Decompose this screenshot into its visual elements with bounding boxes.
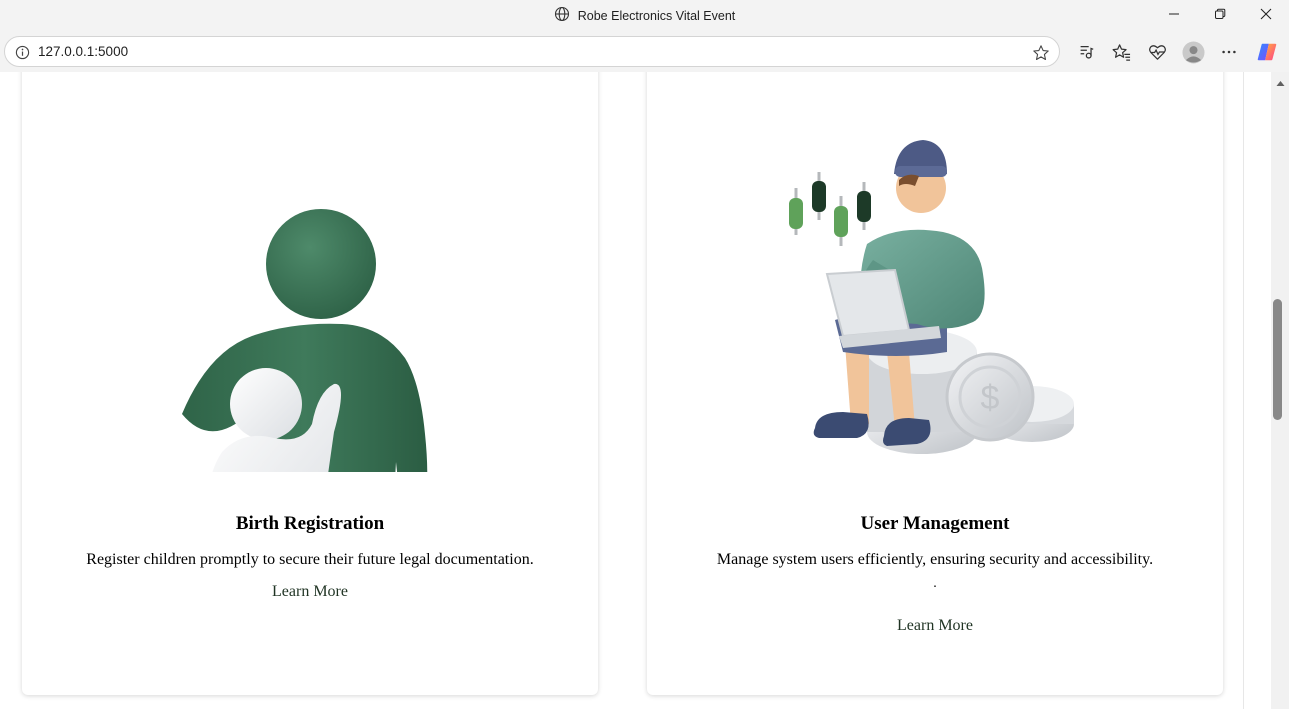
minimize-button[interactable] (1151, 0, 1197, 32)
restore-button[interactable] (1197, 0, 1243, 32)
scroll-up-arrow-icon[interactable] (1275, 78, 1285, 88)
candlestick-decoration (789, 172, 871, 246)
restore-icon (1214, 7, 1226, 25)
minimize-icon (1168, 7, 1180, 25)
more-menu-icon[interactable] (1218, 41, 1240, 63)
close-icon (1260, 7, 1272, 25)
card-title: User Management (860, 513, 1010, 534)
parent-child-illustration (182, 209, 428, 472)
card-description: Register children promptly to secure the… (86, 551, 534, 568)
copilot-icon[interactable] (1255, 40, 1279, 64)
svg-text:$: $ (981, 379, 1000, 417)
favorite-star-icon[interactable] (1031, 43, 1051, 63)
browser-toolbar: 127.0.0.1:5000 (0, 32, 1289, 72)
media-control-icon[interactable] (1075, 41, 1097, 63)
url-text[interactable]: 127.0.0.1:5000 (38, 44, 128, 59)
close-button[interactable] (1243, 0, 1289, 32)
person-laptop-coins-illustration: $ (789, 140, 1074, 454)
card-description: Manage system users efficiently, ensurin… (716, 551, 1154, 568)
profile-avatar-icon[interactable] (1181, 40, 1205, 64)
browser-essentials-icon[interactable] (1146, 41, 1168, 63)
scrollbar-thumb[interactable] (1273, 299, 1282, 420)
site-info-icon[interactable] (14, 44, 30, 60)
page-right-divider (1243, 72, 1244, 709)
learn-more-link[interactable]: Learn More (647, 617, 1223, 635)
birth-registration-card: Birth Registration Register children pro… (22, 72, 598, 695)
window-title-bar: Robe Electronics Vital Event (0, 0, 1289, 32)
page-viewport: Birth Registration Register children pro… (0, 72, 1271, 709)
window-title: Robe Electronics Vital Event (577, 9, 736, 23)
learn-more-link[interactable]: Learn More (22, 583, 598, 601)
address-bar[interactable]: 127.0.0.1:5000 (4, 36, 1060, 67)
card-extra-text: . (933, 576, 937, 591)
card-title: Birth Registration (235, 513, 385, 534)
favorites-icon[interactable] (1110, 41, 1132, 63)
globe-icon (554, 6, 570, 27)
user-management-card: $ User Management Manage system users ef… (647, 72, 1223, 695)
